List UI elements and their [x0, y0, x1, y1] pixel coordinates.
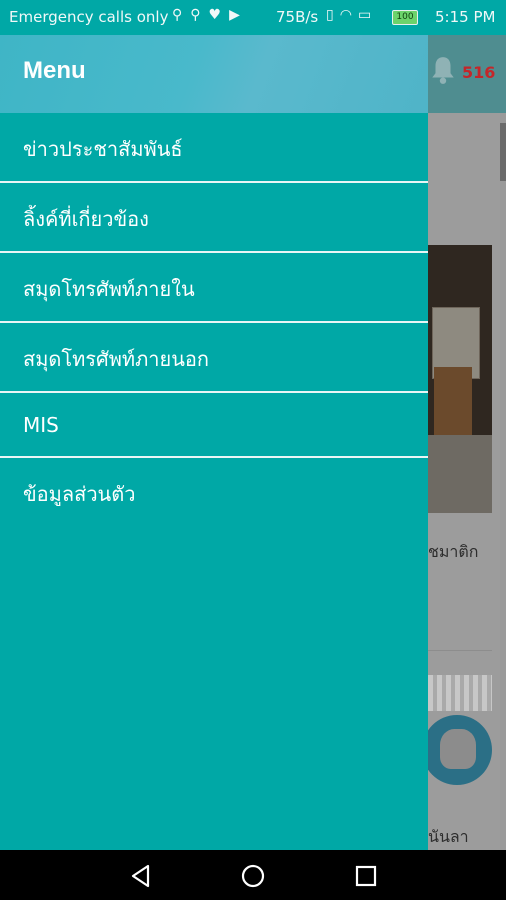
heart-icon: ♥ — [208, 7, 222, 23]
logo-caption: นันลา — [428, 827, 469, 846]
background-app: 516 ชมาติก นันลา — [428, 35, 506, 850]
menu-item-label: ข้อมูลส่วนตัว — [23, 482, 136, 506]
usb-icon: ⚲ — [172, 7, 183, 23]
navigation-bar — [0, 850, 506, 900]
recents-icon[interactable] — [353, 863, 379, 889]
photo-podium — [434, 367, 472, 437]
photo-floor — [428, 435, 492, 513]
wifi-icon: ◠ — [339, 7, 352, 23]
menu-item-links[interactable]: ลิ้งค์ที่เกี่ยวข้อง — [0, 183, 428, 253]
menu-item-profile[interactable]: ข้อมูลส่วนตัว — [0, 458, 428, 526]
notification-icons: ⚲ ⚲ ♥ ▶ — [172, 7, 240, 23]
notification-count: 516 — [462, 63, 496, 82]
home-icon[interactable] — [240, 863, 266, 889]
menu-item-mis[interactable]: MIS — [0, 393, 428, 458]
play-icon: ▶ — [229, 7, 240, 23]
news-caption: ชมาติก — [428, 542, 479, 561]
divider — [428, 650, 492, 651]
menu-item-label: สมุดโทรศัพท์ภายนอก — [23, 347, 210, 371]
status-bar: Emergency calls only ⚲ ⚲ ♥ ▶ 75B/s ▯ ◠ ▭… — [0, 0, 506, 35]
navigation-drawer: Menu ข่าวประชาสัมพันธ์ ลิ้งค์ที่เกี่ยวข้… — [0, 35, 428, 850]
menu-item-label: MIS — [23, 413, 59, 437]
menu-item-label: สมุดโทรศัพท์ภายใน — [23, 277, 195, 301]
menu-item-news[interactable]: ข่าวประชาสัมพันธ์ — [0, 113, 428, 183]
scrollbar[interactable] — [500, 123, 506, 181]
usb-icon: ⚲ — [190, 7, 201, 23]
menu-item-label: ข่าวประชาสัมพันธ์ — [23, 137, 183, 161]
system-icons: ▯ ◠ ▭ — [326, 7, 371, 23]
news-photo — [428, 245, 492, 513]
news-thumbnail — [428, 675, 492, 711]
clock: 5:15 PM — [435, 8, 496, 26]
menu-item-external-directory[interactable]: สมุดโทรศัพท์ภายนอก — [0, 323, 428, 393]
sim-icon: ▭ — [357, 7, 372, 23]
bell-icon[interactable] — [430, 55, 456, 85]
network-speed: 75B/s — [276, 8, 319, 26]
battery-icon: 100 — [392, 10, 418, 25]
back-icon[interactable] — [128, 863, 154, 889]
menu-item-internal-directory[interactable]: สมุดโทรศัพท์ภายใน — [0, 253, 428, 323]
carrier-text: Emergency calls only — [9, 8, 169, 26]
background-toolbar: 516 — [428, 35, 506, 113]
drawer-title: Menu — [23, 57, 86, 84]
menu-list: ข่าวประชาสัมพันธ์ ลิ้งค์ที่เกี่ยวข้อง สม… — [0, 113, 428, 526]
drawer-header: Menu — [0, 35, 428, 113]
vibrate-icon: ▯ — [326, 7, 334, 23]
menu-item-label: ลิ้งค์ที่เกี่ยวข้อง — [23, 207, 149, 231]
